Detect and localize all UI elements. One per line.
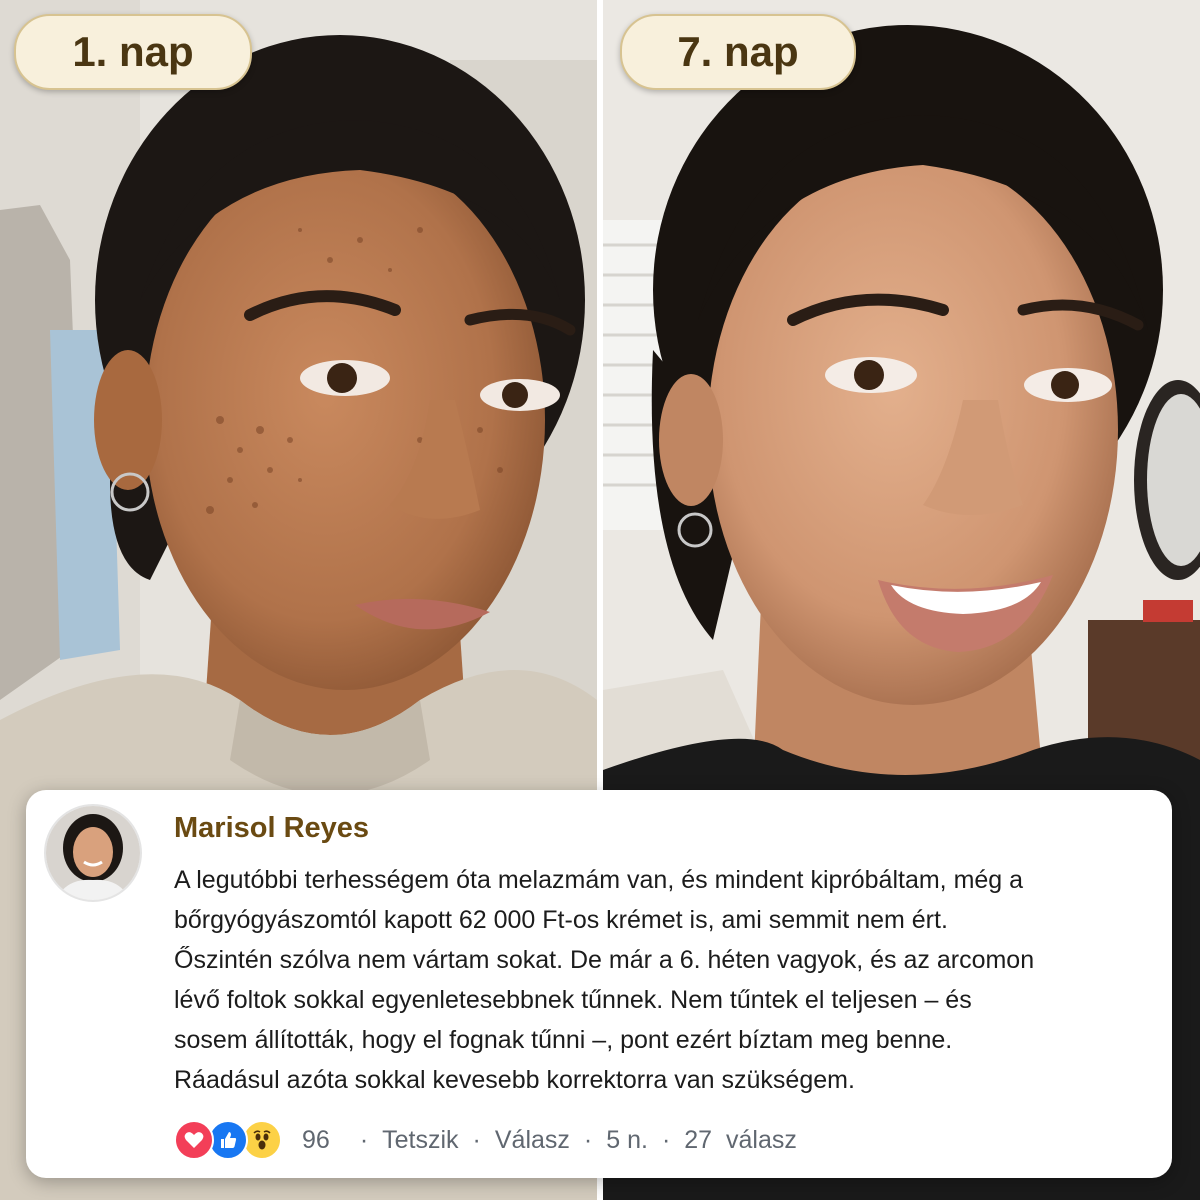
like-reaction-icon: [208, 1120, 248, 1160]
comment-line: A legutóbbi terhességem óta melazmám van…: [174, 866, 1024, 894]
comment-author[interactable]: Marisol Reyes: [174, 812, 369, 845]
comment-line: lévő foltok sokkal egyenletesebbnek tűnn…: [174, 986, 972, 1014]
wow-reaction-icon: [242, 1120, 282, 1160]
comment-line: Ráadásul azóta sokkal kevesebb korrektor…: [174, 1066, 855, 1094]
comment-line: bőrgyógyászomtól kapott 62 000 Ft-os kré…: [174, 906, 948, 934]
comment-text: A legutóbbi terhességem óta melazmám van…: [174, 860, 1144, 1100]
separator-dot: ·: [661, 1125, 671, 1154]
heart-reaction-icon: [174, 1120, 214, 1160]
reply-link[interactable]: Válasz: [495, 1126, 570, 1155]
replies-link[interactable]: 27 válasz: [684, 1126, 797, 1155]
before-day-badge: 1. nap: [14, 14, 252, 90]
comment-actions: 96 · Tetszik · Válasz · 5 n. · 27 válasz: [174, 1120, 797, 1160]
reaction-icons[interactable]: [174, 1120, 282, 1160]
like-link[interactable]: Tetszik: [382, 1126, 458, 1155]
comment-line: Őszintén szólva nem vártam sokat. De már…: [174, 946, 1035, 974]
separator-dot: ·: [472, 1125, 481, 1154]
avatar[interactable]: [44, 804, 142, 902]
after-day-badge: 7. nap: [620, 14, 856, 90]
separator-dot: ·: [583, 1125, 593, 1154]
comment-card: Marisol Reyes A legutóbbi terhességem ót…: [26, 790, 1172, 1178]
separator-dot: ·: [359, 1125, 369, 1154]
comment-line: sosem állították, hogy el fognak tűnni –…: [174, 1026, 953, 1054]
comment-timestamp: 5 n.: [606, 1125, 648, 1154]
reaction-count: 96: [302, 1125, 330, 1154]
avatar-image: [46, 806, 140, 900]
